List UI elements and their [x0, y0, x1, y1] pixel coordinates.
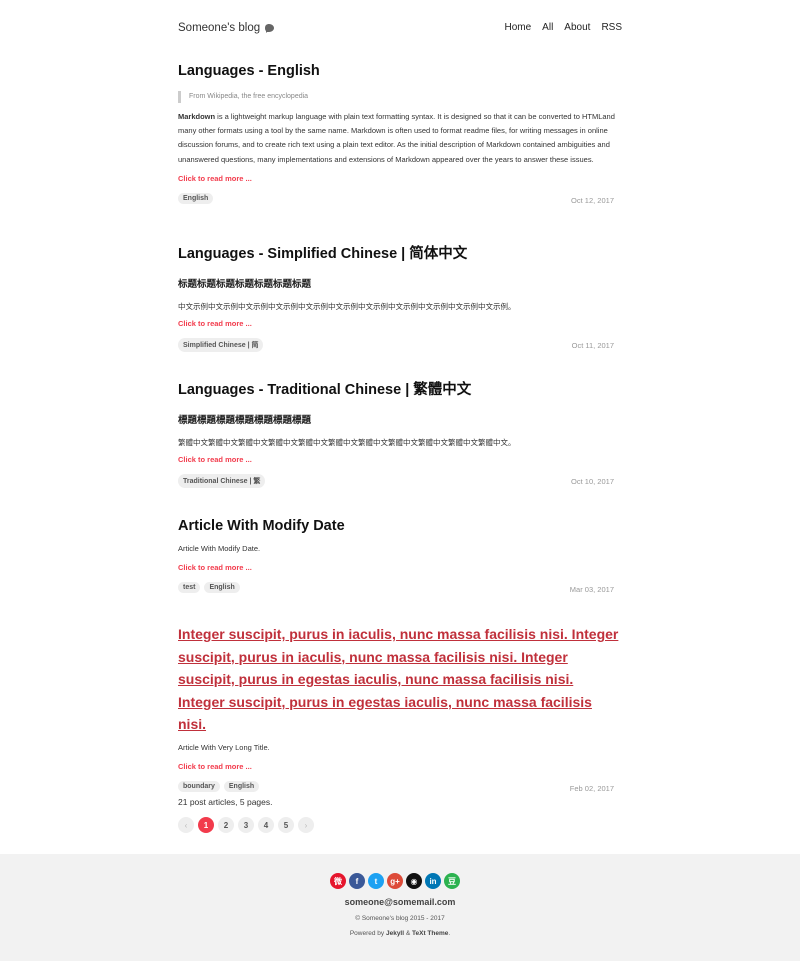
post-subheading: 標題標題標題標題標題標題標題 [178, 415, 312, 426]
tag[interactable]: English [204, 582, 240, 594]
read-more-link[interactable]: Click to read more ... [178, 319, 252, 328]
douban-icon[interactable]: 豆 [444, 873, 460, 889]
page-button-4[interactable]: 4 [258, 817, 274, 833]
read-more-link[interactable]: Click to read more ... [178, 563, 252, 572]
site-header: Someone's blog Home All About RSS [178, 22, 622, 40]
powered-suffix: . [448, 930, 451, 937]
powered-prefix: Powered by [349, 930, 386, 937]
post-date: Mar 03, 2017 [569, 585, 614, 595]
contact-email[interactable]: someone@somemail.com [0, 897, 800, 907]
pagination-summary: 21 post articles, 5 pages. [178, 797, 273, 807]
post-item: Languages - English From Wikipedia, the … [178, 61, 622, 209]
post-title[interactable]: Article With Modify Date [178, 516, 622, 536]
copyright: © Someone's blog 2015 - 2017 [355, 915, 445, 922]
google-plus-icon[interactable]: g+ [387, 873, 403, 889]
tag[interactable]: boundary [178, 780, 220, 792]
tag[interactable]: English [223, 780, 260, 792]
post-title[interactable]: Integer suscipit, purus in iaculis, nunc… [178, 623, 622, 736]
prev-page-button[interactable]: ‹ [178, 817, 194, 833]
post-meta: Simplified Chinese | 简 Oct 11, 2017 [178, 338, 622, 354]
post-meta: test English Mar 03, 2017 [178, 582, 622, 598]
github-icon[interactable]: ◉ [406, 873, 422, 889]
post-date: Oct 10, 2017 [571, 477, 614, 486]
post-title[interactable]: Languages - Simplified Chinese | 简体中文 [178, 244, 622, 264]
tag[interactable]: Traditional Chinese | 繁 [178, 474, 266, 488]
post-subheading: 标题标题标题标题标题标题标题 [178, 279, 312, 290]
page-button-1[interactable]: 1 [198, 817, 214, 833]
page-button-5[interactable]: 5 [278, 817, 294, 833]
post-excerpt: 中文示例中文示例中文示例中文示例中文示例中文示例中文示例中文示例中文示例中文示例… [178, 302, 516, 311]
post-title[interactable]: Languages - English [178, 61, 622, 81]
social-links: 微 f t g+ ◉ in 豆 [330, 873, 460, 889]
nav-home[interactable]: Home [504, 22, 531, 33]
page-button-3[interactable]: 3 [238, 817, 254, 833]
blog-logo-icon [265, 24, 275, 33]
read-more-link[interactable]: Click to read more ... [178, 174, 252, 183]
read-more-link[interactable]: Click to read more ... [178, 455, 252, 464]
post-item: Article With Modify Date Article With Mo… [178, 516, 622, 598]
linkedin-icon[interactable]: in [425, 873, 441, 889]
tag[interactable]: English [178, 192, 214, 204]
post-excerpt: Markdown is a lightweight markup languag… [178, 110, 622, 167]
pagination: ‹ 1 2 3 4 5 › [178, 817, 314, 833]
post-item: Languages - Traditional Chinese | 繁體中文 標… [178, 380, 622, 490]
page-button-2[interactable]: 2 [218, 817, 234, 833]
facebook-icon[interactable]: f [349, 873, 365, 889]
post-meta: English Oct 12, 2017 [178, 192, 622, 209]
post-excerpt: 繁體中文繁體中文繁體中文繁體中文繁體中文繁體中文繁體中文繁體中文繁體中文繁體中文… [178, 438, 516, 447]
post-title[interactable]: Languages - Traditional Chinese | 繁體中文 [178, 380, 622, 400]
weibo-icon[interactable]: 微 [330, 873, 346, 889]
nav-all[interactable]: All [542, 22, 553, 33]
excerpt-text: is a lightweight markup language with pl… [178, 112, 615, 164]
post-item: Integer suscipit, purus in iaculis, nunc… [178, 623, 622, 797]
nav-about[interactable]: About [564, 22, 590, 33]
powered-amp: & [404, 930, 412, 937]
post-excerpt: Article With Very Long Title. [178, 742, 270, 752]
post-date: Oct 12, 2017 [571, 195, 614, 205]
theme-link[interactable]: TeXt Theme [412, 930, 448, 937]
main-nav: Home All About RSS [504, 22, 622, 33]
excerpt-bold: Markdown [178, 112, 216, 121]
post-item: Languages - Simplified Chinese | 简体中文 标题… [178, 244, 622, 354]
tag[interactable]: test [178, 582, 201, 594]
post-meta: Traditional Chinese | 繁 Oct 10, 2017 [178, 474, 622, 490]
jekyll-link[interactable]: Jekyll [386, 930, 404, 937]
twitter-icon[interactable]: t [368, 873, 384, 889]
post-quote: From Wikipedia, the free encyclopedia [178, 91, 622, 103]
post-date: Oct 11, 2017 [571, 341, 614, 350]
powered-by: Powered by Jekyll & TeXt Theme. [0, 930, 800, 937]
post-date: Feb 02, 2017 [569, 783, 614, 793]
post-excerpt: Article With Modify Date. [178, 544, 261, 553]
post-meta: boundary English Feb 02, 2017 [178, 780, 622, 797]
tag[interactable]: Simplified Chinese | 简 [178, 338, 264, 352]
next-page-button[interactable]: › [298, 817, 314, 833]
read-more-link[interactable]: Click to read more ... [178, 762, 252, 771]
blog-title-link[interactable]: Someone's blog [178, 22, 275, 34]
site-footer: 微 f t g+ ◉ in 豆 someone@somemail.com © S… [0, 854, 800, 961]
blog-title: Someone's blog [178, 22, 261, 34]
nav-rss[interactable]: RSS [601, 22, 622, 33]
